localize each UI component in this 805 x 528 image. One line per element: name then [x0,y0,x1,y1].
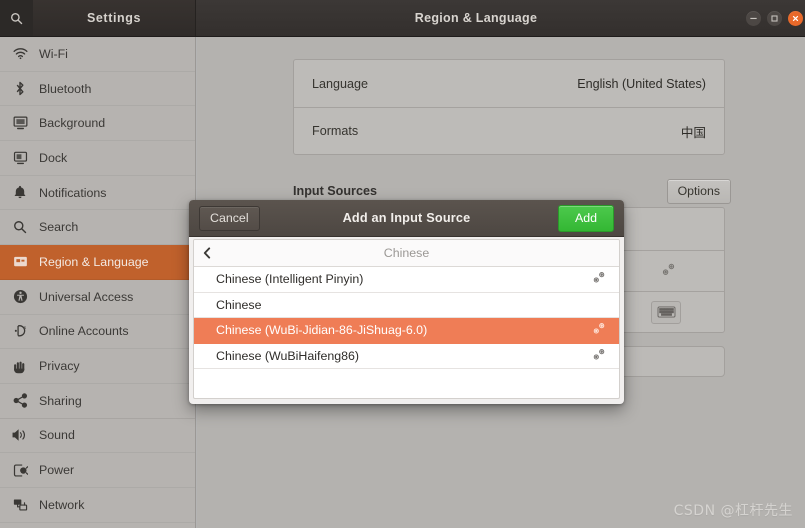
settings-sidebar: Wi-Fi Bluetooth Background Dock Notifica… [0,37,196,528]
dialog-header: Add an Input Source Cancel Add [189,200,624,237]
sidebar-item-notifications[interactable]: Notifications [0,176,195,211]
language-row-label: Language [312,76,369,91]
sidebar-item-label: Wi-Fi [39,46,68,61]
preferences-gear-icon[interactable] [592,272,606,287]
formats-row-value: 中国 [680,125,706,140]
list-item[interactable]: Chinese [194,293,619,318]
list-header-label: Chinese [383,246,430,260]
sidebar-item-online-accounts[interactable]: s Online Accounts [0,315,195,350]
add-button[interactable]: Add [557,205,614,232]
dialog-body: Chinese Chinese (Intelligent Pinyin) Chi… [193,239,620,399]
list-item[interactable]: Chinese (Intelligent Pinyin) [194,267,619,293]
sidebar-item-label: Bluetooth [39,81,92,96]
language-row-value: English (United States) [577,76,706,91]
sidebar-item-privacy[interactable]: Privacy [0,349,195,384]
sidebar-item-search[interactable]: Search [0,210,195,246]
page-title: Region & Language [414,11,538,25]
dock-icon [9,149,31,167]
sidebar-item-network[interactable]: Network [0,488,195,523]
sidebar-item-wifi[interactable]: Wi-Fi [0,37,195,72]
watermark: CSDN @杠杆先生 [673,503,793,519]
region-language-icon [9,253,31,271]
sidebar-item-label: Region & Language [39,254,149,269]
sidebar-item-label: Privacy [39,359,80,374]
sidebar-item-label: Online Accounts [39,324,129,339]
cancel-button[interactable]: Cancel [199,206,260,231]
settings-window: Settings Region & Language Wi-Fi Bluetoo… [0,0,805,528]
sidebar-item-universal-access[interactable]: Universal Access [0,280,195,315]
close-icon[interactable] [788,10,803,26]
maximize-icon[interactable] [767,10,782,26]
list-item-label: Chinese (WuBiHaifeng86) [216,348,360,363]
sidebar-item-label: Background [39,116,106,131]
sidebar-item-label: Dock [39,150,68,165]
language-formats-panel: Language English (United States) Formats… [293,59,725,155]
sidebar-item-label: Search [39,220,79,235]
accessibility-icon [9,288,31,306]
list-item[interactable]: Chinese (WuBiHaifeng86) [194,344,619,369]
list-item-label: Chinese [216,297,262,312]
search-icon [9,218,31,236]
preferences-gear-icon[interactable] [592,323,606,338]
sidebar-item-sharing[interactable]: Sharing [0,384,195,419]
formats-row[interactable]: Formats 中国 [294,107,724,154]
language-row[interactable]: Language English (United States) [294,60,724,107]
sidebar-item-label: Universal Access [39,289,134,304]
sidebar-item-power[interactable]: Power [0,453,195,488]
online-accounts-icon: s [9,322,31,340]
sidebar-item-label: Power [39,463,75,478]
sidebar-item-background[interactable]: Background [0,106,195,142]
window-controls [746,0,803,36]
list-header: Chinese [194,240,619,267]
list-item-label: Chinese (WuBi-Jidian-86-JiShuag-6.0) [216,323,428,338]
options-button[interactable]: Options [666,179,731,204]
sound-speaker-icon [9,426,31,444]
settings-title: Settings [86,11,142,25]
formats-row-label: Formats [312,124,359,138]
sidebar-item-label: Sharing [39,393,82,408]
input-sources-heading: Input Sources [293,184,377,198]
titlebar-left-section: Settings [0,0,196,36]
add-input-source-dialog: Add an Input Source Cancel Add Chinese C… [189,200,624,404]
preferences-gear-icon[interactable] [661,263,706,279]
privacy-hand-icon [9,357,31,375]
bell-icon [9,184,31,202]
sidebar-item-region-language[interactable]: Region & Language [0,245,195,280]
sidebar-item-label: Sound [39,428,75,443]
minimize-icon[interactable] [746,10,761,26]
power-battery-icon [9,461,31,479]
background-monitor-icon [9,114,31,132]
sidebar-item-label: Network [39,497,85,512]
sidebar-item-bluetooth[interactable]: Bluetooth [0,72,195,107]
bluetooth-icon [9,80,31,98]
preferences-gear-icon[interactable] [592,348,606,363]
list-item[interactable]: Chinese (WuBi-Jidian-86-JiShuag-6.0) [194,318,619,344]
sidebar-item-sound[interactable]: Sound [0,419,195,454]
list-item-label: Chinese (Intelligent Pinyin) [216,272,364,287]
window-titlebar: Settings Region & Language [0,0,805,37]
keyboard-icon[interactable] [651,300,681,324]
search-icon[interactable] [0,0,33,36]
sidebar-item-dock[interactable]: Dock [0,141,195,176]
svg-text:s: s [23,325,26,330]
network-icon [9,496,31,514]
wifi-icon [9,45,31,63]
sidebar-item-label: Notifications [39,185,107,200]
chevron-left-icon[interactable] [203,240,211,266]
share-icon [9,392,31,410]
